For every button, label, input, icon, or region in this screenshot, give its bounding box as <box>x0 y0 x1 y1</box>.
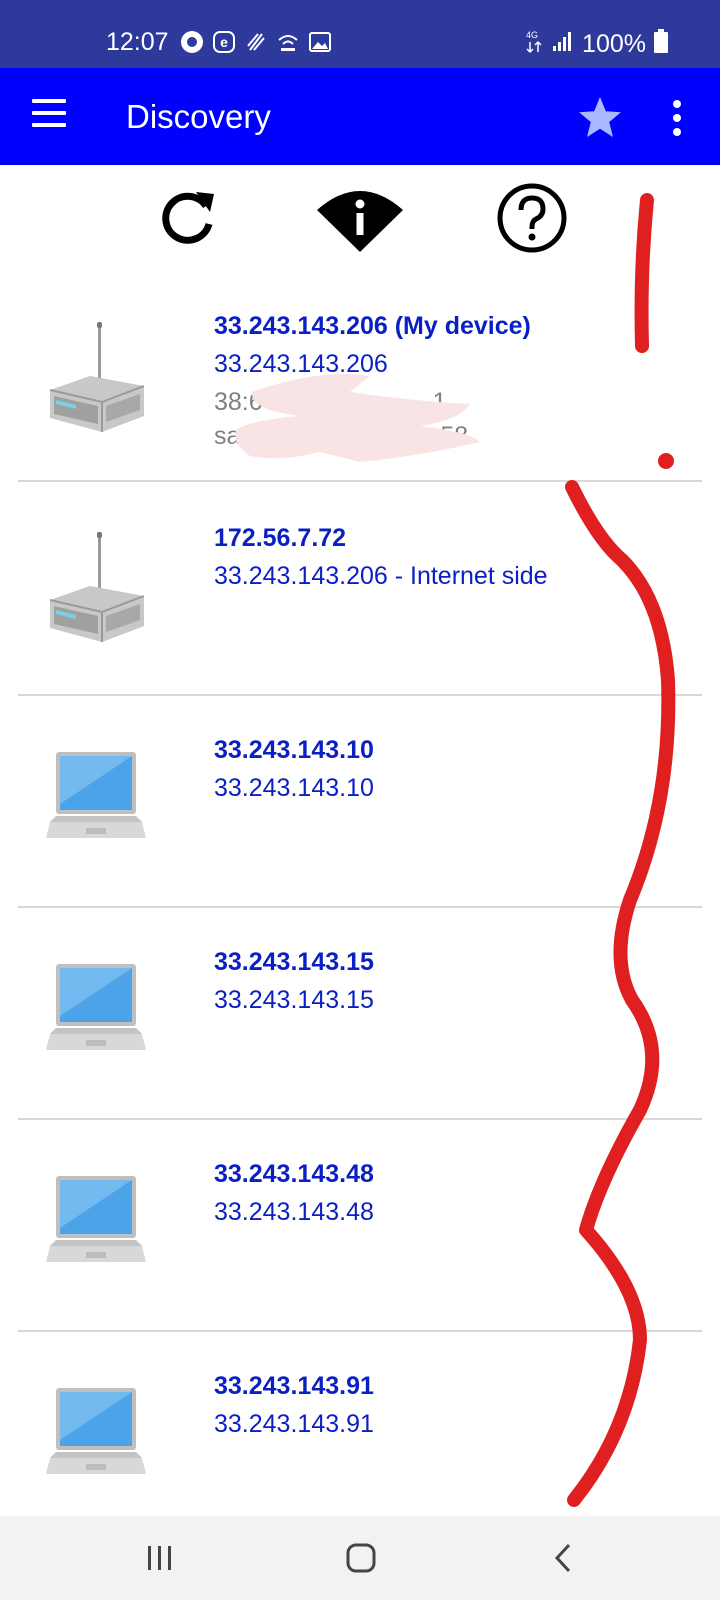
device-hostname: sa 58 <box>214 422 469 450</box>
list-item[interactable]: 33.243.143.206 (My device) 33.243.143.20… <box>18 270 702 482</box>
status-right: 4G 100% <box>526 28 668 61</box>
device-name: 33.243.143.48 <box>214 1160 374 1188</box>
app-bar: Discovery <box>0 68 720 165</box>
wifi-info-button[interactable] <box>316 184 404 254</box>
status-time: 12:07 <box>106 28 169 56</box>
browser-e-icon: e <box>212 30 236 54</box>
laptop-icon <box>46 1386 146 1483</box>
device-ip: 33.243.143.15 <box>214 986 374 1014</box>
battery-percent: 100% <box>582 30 646 58</box>
list-item[interactable]: 33.243.143.91 33.243.143.91 <box>18 1330 702 1542</box>
device-name: 33.243.143.10 <box>214 736 374 764</box>
device-name: 172.56.7.72 <box>214 524 347 552</box>
refresh-icon <box>162 192 214 244</box>
more-options-icon[interactable] <box>670 98 684 138</box>
refresh-button[interactable] <box>156 184 220 248</box>
page-title: Discovery <box>126 98 271 135</box>
device-ip: 33.243.143.206 - Internet side <box>214 562 548 590</box>
laptop-icon <box>46 750 146 847</box>
image-icon <box>308 30 332 54</box>
signal-icon <box>552 30 574 59</box>
device-ip: 33.243.143.48 <box>214 1198 374 1226</box>
favorite-star-icon[interactable] <box>576 94 624 142</box>
device-name: 33.243.143.206 (My device) <box>214 312 531 340</box>
router-icon <box>46 320 146 440</box>
help-icon <box>497 183 567 253</box>
recent-apps-icon <box>148 1546 171 1570</box>
device-ip: 33.243.143.206 <box>214 350 388 378</box>
recent-apps-button[interactable] <box>120 1516 200 1600</box>
laptop-icon <box>46 962 146 1059</box>
list-item[interactable]: 33.243.143.15 33.243.143.15 <box>18 906 702 1120</box>
vpn-icon <box>180 30 204 54</box>
menu-icon[interactable] <box>32 99 66 127</box>
status-bar: 12:07 e 4G 100% <box>0 0 720 68</box>
list-item[interactable]: 33.243.143.48 33.243.143.48 <box>18 1118 702 1332</box>
svg-text:e: e <box>220 34 228 50</box>
navigation-bar <box>0 1516 720 1600</box>
hotspot-icon <box>276 30 300 54</box>
device-mac: 38:6 1 <box>214 388 447 416</box>
back-icon <box>554 1543 571 1573</box>
wifi-info-icon <box>317 191 403 252</box>
router-icon <box>46 530 146 650</box>
device-name: 33.243.143.15 <box>214 948 374 976</box>
help-button[interactable] <box>496 182 568 254</box>
list-item[interactable]: 172.56.7.72 33.243.143.206 - Internet si… <box>18 482 702 696</box>
device-ip: 33.243.143.10 <box>214 774 374 802</box>
nfc-icon <box>244 30 268 54</box>
device-name: 33.243.143.91 <box>214 1372 374 1400</box>
lte-icon: 4G <box>526 28 544 61</box>
svg-text:4G: 4G <box>526 30 538 40</box>
home-button[interactable] <box>321 1516 401 1600</box>
back-button[interactable] <box>523 1516 603 1600</box>
device-ip: 33.243.143.91 <box>214 1410 374 1438</box>
list-item[interactable]: 33.243.143.10 33.243.143.10 <box>18 694 702 908</box>
laptop-icon <box>46 1174 146 1271</box>
battery-icon <box>654 29 668 60</box>
notification-icons: e <box>180 30 332 54</box>
home-icon <box>346 1543 376 1573</box>
